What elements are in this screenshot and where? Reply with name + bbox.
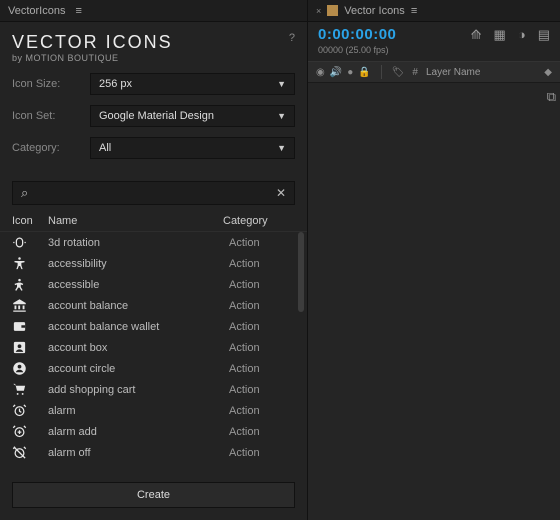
visibility-icon[interactable]: ◉ [316,67,325,78]
item-category: Action [229,363,301,375]
list-item[interactable]: accessibleAction [12,274,301,295]
icon-size-label: Icon Size: [12,78,90,90]
chevron-down-icon: ▼ [277,143,286,153]
list-item[interactable]: account balance walletAction [12,316,301,337]
brand-header: VECTOR ICONS by MOTION BOUTIQUE ? [0,22,307,69]
list-item[interactable]: alarmAction [12,400,301,421]
col-icon-header: Icon [12,215,48,227]
tool-icon-2[interactable]: ▦ [494,27,506,43]
left-panel-tab[interactable]: VectorIcons ≡ [0,0,307,22]
tool-icon-1[interactable]: ⟰ [471,27,482,43]
category-value: All [99,142,111,154]
composition-icon [327,5,338,16]
item-category: Action [229,342,301,354]
divider [381,65,382,79]
switches-icon[interactable]: ⧉ [547,89,556,105]
layer-name-header: Layer Name [426,67,536,78]
icon-list: 3d rotationActionaccessibilityActionacce… [0,232,307,472]
item-name: add shopping cart [48,384,229,396]
item-category: Action [229,237,301,249]
item-name: accessibility [48,258,229,270]
list-item[interactable]: accessibilityAction [12,253,301,274]
item-name: alarm off [48,447,229,459]
clear-search-icon[interactable]: ✕ [276,186,286,200]
layers-area[interactable]: ⧉ [308,83,560,520]
help-button[interactable]: ? [289,32,295,44]
item-name: account balance [48,300,229,312]
icon-size-dropdown[interactable]: 256 px ▼ [90,73,295,95]
col-name-header: Name [48,215,223,227]
list-item[interactable]: alarm addAction [12,421,301,442]
layer-header: ◉ 🔊 ● 🔒 🏷 # Layer Name ◆ [308,61,560,83]
chevron-down-icon: ▼ [277,111,286,121]
item-name: account balance wallet [48,321,229,333]
audio-icon[interactable]: 🔊 [330,67,342,78]
create-button[interactable]: Create [12,482,295,508]
icon-set-value: Google Material Design [99,110,214,122]
search-input[interactable]: ⌕ ✕ [12,181,295,205]
item-icon [12,445,48,460]
item-category: Action [229,384,301,396]
item-name: alarm add [48,426,229,438]
panel-menu-icon[interactable]: ≡ [411,5,417,17]
list-item[interactable]: account boxAction [12,337,301,358]
icon-set-label: Icon Set: [12,110,90,122]
icon-set-dropdown[interactable]: Google Material Design ▼ [90,105,295,127]
item-icon [12,424,48,439]
tool-icon-3[interactable]: ◑ [518,27,526,43]
list-item[interactable]: alarm offAction [12,442,301,463]
icon-size-value: 256 px [99,78,132,90]
item-icon [12,235,48,250]
list-item[interactable]: account balanceAction [12,295,301,316]
item-name: 3d rotation [48,237,229,249]
item-icon [12,382,48,397]
item-category: Action [229,279,301,291]
chevron-down-icon: ▼ [277,79,286,89]
col-category-header: Category [223,215,295,227]
timecode[interactable]: 0:00:00:00 [318,26,396,43]
panel-menu-icon[interactable]: ≡ [75,5,81,17]
category-dropdown[interactable]: All ▼ [90,137,295,159]
list-scrollbar[interactable] [297,232,305,472]
item-icon [12,277,48,292]
timecode-sub: 00000 (25.00 fps) [308,45,560,61]
list-header: Icon Name Category [0,211,307,232]
item-category: Action [229,447,301,459]
panel-title: VectorIcons [8,5,65,17]
item-icon [12,340,48,355]
comp-title: Vector Icons [344,5,405,17]
timeline-panel-tab[interactable]: × Vector Icons ≡ [308,0,560,22]
brand-subtitle: by MOTION BOUTIQUE [12,53,173,63]
solo-icon[interactable]: ● [347,67,353,78]
item-icon [12,319,48,334]
category-label: Category: [12,142,90,154]
item-name: account box [48,342,229,354]
item-name: alarm [48,405,229,417]
item-category: Action [229,300,301,312]
list-item[interactable]: account circleAction [12,358,301,379]
shy-icon[interactable]: ◆ [544,67,552,78]
close-tab-icon[interactable]: × [316,6,321,16]
item-name: accessible [48,279,229,291]
item-category: Action [229,426,301,438]
item-category: Action [229,321,301,333]
search-icon: ⌕ [21,185,28,201]
timeline-tools: ⟰ ▦ ◑ ▤ [471,27,550,43]
lock-icon[interactable]: 🔒 [358,67,370,78]
hash-label: # [412,67,418,78]
item-name: account circle [48,363,229,375]
item-category: Action [229,405,301,417]
brand-title: VECTOR ICONS [12,32,173,53]
item-icon [12,403,48,418]
item-icon [12,298,48,313]
tool-icon-4[interactable]: ▤ [538,27,550,43]
item-category: Action [229,258,301,270]
item-icon [12,256,48,271]
item-icon [12,361,48,376]
label-icon[interactable]: 🏷 [392,67,405,78]
scrollbar-thumb[interactable] [298,232,304,312]
list-item[interactable]: 3d rotationAction [12,232,301,253]
list-item[interactable]: add shopping cartAction [12,379,301,400]
